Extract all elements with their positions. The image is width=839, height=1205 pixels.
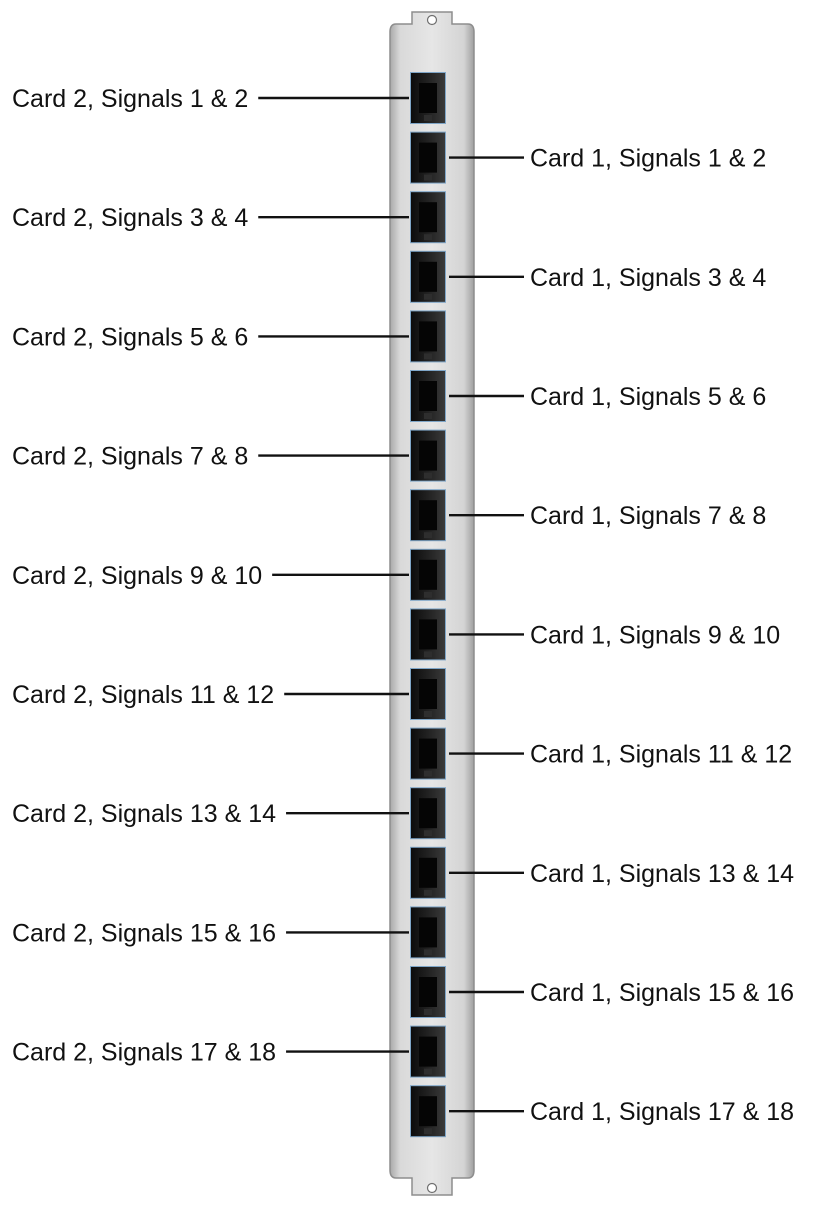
port-label: Card 1, Signals 13 & 14 <box>530 860 794 888</box>
port-3 <box>410 191 446 244</box>
port-opening <box>419 500 437 531</box>
port-label: Card 1, Signals 9 & 10 <box>530 621 780 649</box>
port-opening <box>419 679 437 709</box>
port-label: Card 2, Signals 17 & 18 <box>12 1039 276 1067</box>
port-opening <box>419 619 437 650</box>
port-5 <box>410 310 446 363</box>
port-label: Card 2, Signals 3 & 4 <box>12 204 248 232</box>
patch-panel-diagram: Card 2, Signals 1 & 2 Card 1, Signals 1 &… <box>0 0 839 1205</box>
port-label: Card 1, Signals 1 & 2 <box>530 145 766 173</box>
port-opening <box>419 559 437 590</box>
port-opening <box>419 202 437 233</box>
port-4 <box>410 250 446 303</box>
port-1 <box>410 72 446 124</box>
port-latch <box>424 711 432 717</box>
port-11 <box>410 668 446 720</box>
port-latch <box>424 174 432 181</box>
port-label: Card 2, Signals 7 & 8 <box>12 443 248 471</box>
port-opening <box>419 261 437 292</box>
port-label: Card 1, Signals 11 & 12 <box>530 741 792 769</box>
port-6 <box>410 370 446 422</box>
port-opening <box>419 977 437 1007</box>
port-15 <box>410 906 446 959</box>
port-8 <box>410 489 446 542</box>
port-latch <box>424 1009 432 1015</box>
panel-svg: Card 2, Signals 1 & 2 Card 1, Signals 1 &… <box>12 11 794 1196</box>
port-2 <box>410 131 446 184</box>
port-12 <box>410 727 446 780</box>
port-7 <box>410 429 446 482</box>
port-latch <box>424 472 432 479</box>
port-latch <box>424 413 432 419</box>
port-latch <box>424 1128 432 1135</box>
port-18 <box>410 1085 446 1138</box>
port-10 <box>410 608 446 661</box>
port-latch <box>424 830 432 837</box>
port-latch <box>424 770 432 777</box>
port-opening <box>419 83 437 113</box>
port-label: Card 1, Signals 3 & 4 <box>530 264 766 292</box>
port-opening <box>419 738 437 769</box>
port-opening <box>419 321 437 352</box>
port-16 <box>410 966 446 1018</box>
port-opening <box>419 440 437 471</box>
port-latch <box>424 353 432 360</box>
port-opening <box>419 1096 437 1127</box>
mounting-hole-top <box>426 14 438 26</box>
port-label: Card 1, Signals 15 & 16 <box>530 979 794 1007</box>
port-opening <box>419 798 437 829</box>
port-label: Card 2, Signals 13 & 14 <box>12 800 276 828</box>
port-label: Card 2, Signals 15 & 16 <box>12 919 276 947</box>
port-latch <box>424 889 432 896</box>
port-label: Card 1, Signals 5 & 6 <box>530 383 766 411</box>
port-latch <box>424 115 432 121</box>
port-13 <box>410 787 446 840</box>
port-label: Card 2, Signals 11 & 12 <box>12 681 274 709</box>
port-opening <box>419 381 437 411</box>
port-label: Card 2, Signals 1 & 2 <box>12 85 248 113</box>
mounting-hole-bottom <box>426 1182 438 1194</box>
port-latch <box>424 591 432 598</box>
port-latch <box>424 1068 432 1075</box>
port-label: Card 1, Signals 17 & 18 <box>530 1098 794 1126</box>
port-latch <box>424 293 432 300</box>
port-17 <box>410 1025 446 1078</box>
port-opening <box>419 1036 437 1067</box>
port-label: Card 2, Signals 9 & 10 <box>12 562 262 590</box>
port-14 <box>410 846 446 899</box>
port-latch <box>424 651 432 658</box>
port-label: Card 1, Signals 7 & 8 <box>530 502 766 530</box>
port-opening <box>419 917 437 948</box>
port-latch <box>424 532 432 539</box>
port-9 <box>410 548 446 601</box>
port-label: Card 2, Signals 5 & 6 <box>12 323 248 351</box>
port-latch <box>424 949 432 956</box>
port-opening <box>419 142 437 173</box>
port-opening <box>419 857 437 888</box>
port-latch <box>424 234 432 241</box>
